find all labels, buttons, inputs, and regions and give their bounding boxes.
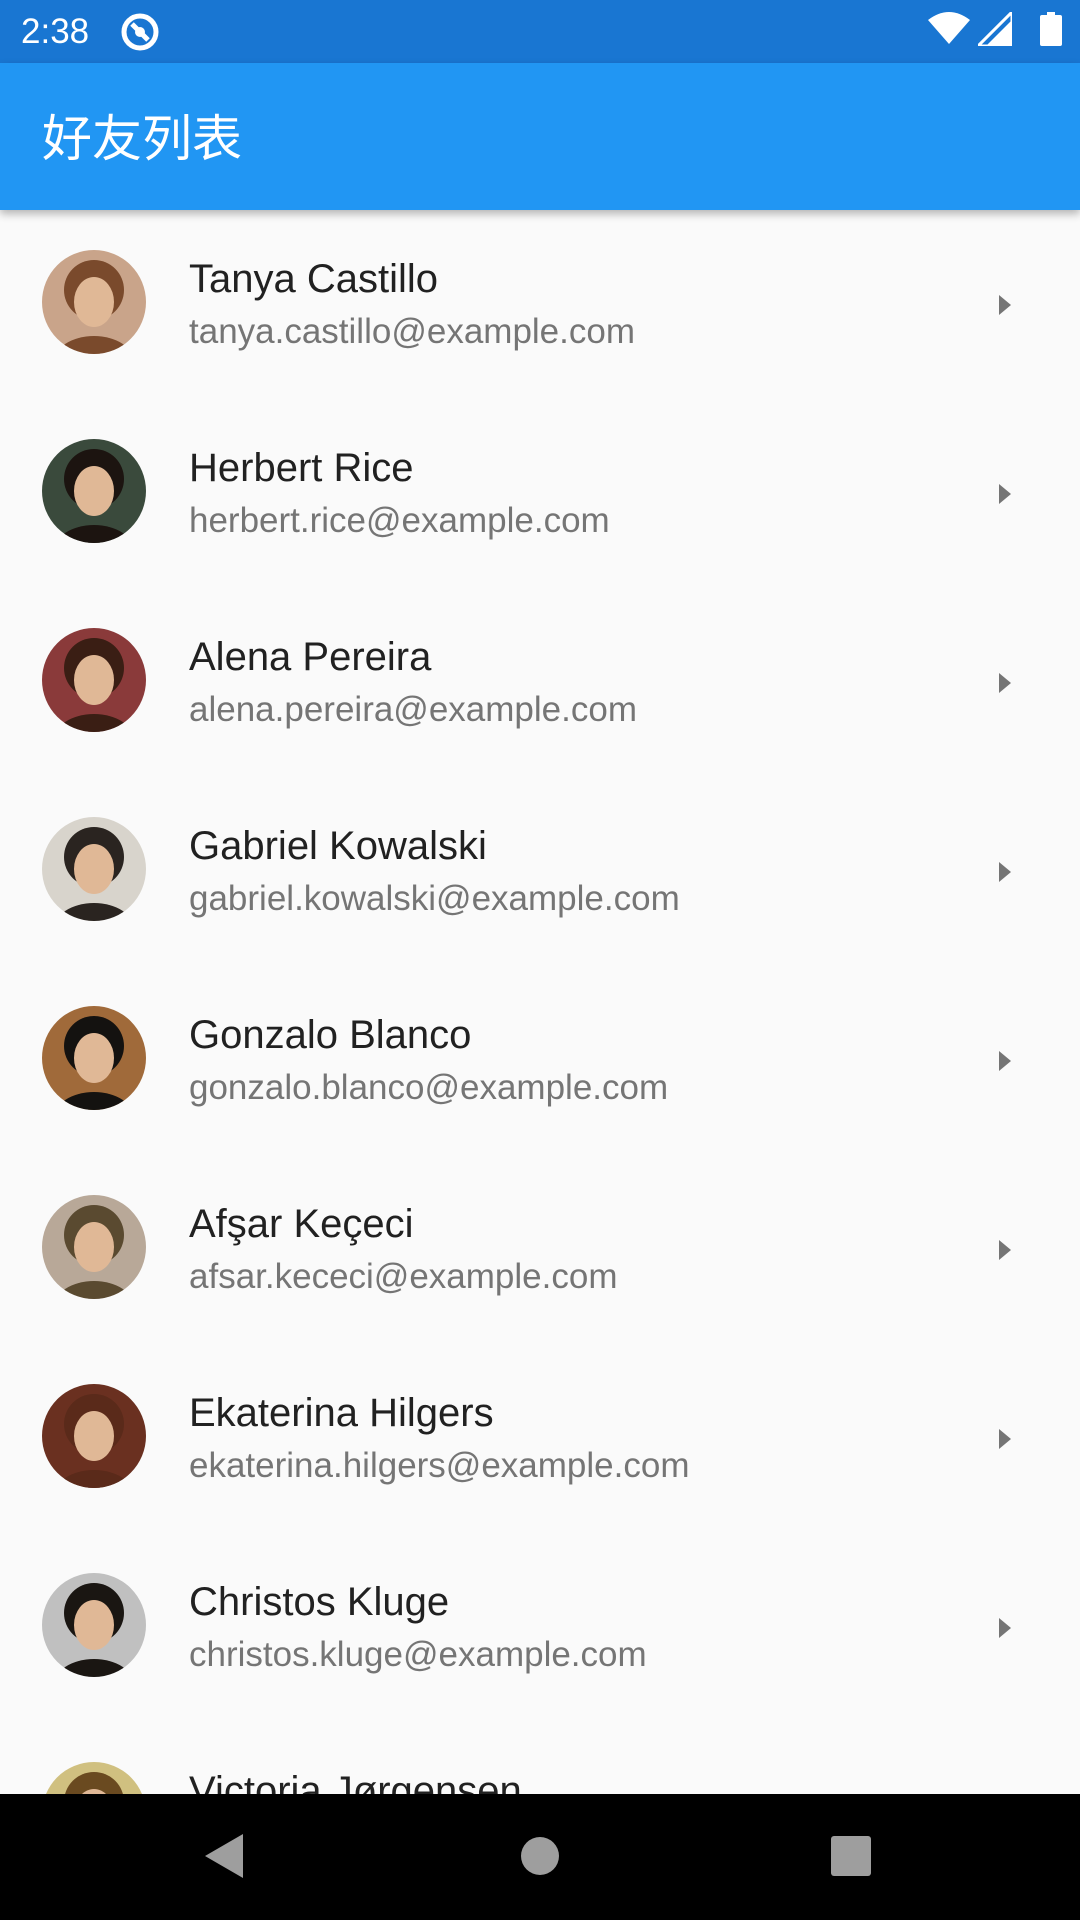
recents-icon[interactable] bbox=[831, 1836, 871, 1876]
chevron-right-icon bbox=[999, 484, 1011, 504]
friend-email: herbert.rice@example.com bbox=[189, 501, 610, 540]
at-sign-icon bbox=[121, 13, 159, 51]
list-item[interactable]: Herbert Rice herbert.rice@example.com bbox=[0, 399, 1080, 588]
avatar bbox=[42, 250, 146, 354]
page-title: 好友列表 bbox=[42, 110, 242, 168]
friend-email: gonzalo.blanco@example.com bbox=[189, 1068, 669, 1107]
friend-list[interactable]: Tanya Castillo tanya.castillo@example.com… bbox=[0, 210, 1080, 1794]
avatar bbox=[42, 1006, 146, 1110]
friend-name: Alena Pereira bbox=[189, 635, 432, 679]
friend-email: alena.pereira@example.com bbox=[189, 690, 637, 729]
chevron-right-icon bbox=[999, 862, 1011, 882]
avatar bbox=[42, 439, 146, 543]
avatar bbox=[42, 628, 146, 732]
app-bar: 好友列表 bbox=[0, 63, 1080, 210]
list-item[interactable]: Victoria Jørgensenvictoria.jorgensen@exa… bbox=[0, 1722, 1080, 1794]
friend-name: Gonzalo Blanco bbox=[189, 1013, 472, 1057]
chevron-right-icon bbox=[999, 295, 1011, 315]
navigation-bar bbox=[0, 1794, 1080, 1920]
battery-icon bbox=[1040, 12, 1062, 46]
wifi-icon bbox=[928, 12, 970, 44]
friend-name: Tanya Castillo bbox=[189, 257, 439, 301]
friend-name: Christos Kluge bbox=[189, 1580, 450, 1624]
friend-name: Gabriel Kowalski bbox=[189, 824, 487, 868]
home-icon[interactable] bbox=[520, 1836, 560, 1876]
chevron-right-icon bbox=[999, 1618, 1011, 1638]
avatar bbox=[42, 1573, 146, 1677]
avatar bbox=[42, 817, 146, 921]
friend-email: ekaterina.hilgers@example.com bbox=[189, 1446, 690, 1485]
avatar bbox=[42, 1384, 146, 1488]
friend-name: Afşar Keçeci bbox=[189, 1202, 414, 1246]
friend-email: christos.kluge@example.com bbox=[189, 1635, 647, 1674]
avatar bbox=[42, 1762, 146, 1794]
chevron-right-icon bbox=[999, 1051, 1011, 1071]
cellular-signal-icon bbox=[978, 12, 1012, 46]
chevron-right-icon bbox=[999, 1240, 1011, 1260]
list-item[interactable]: Christos Kluge christos.kluge@example.com bbox=[0, 1533, 1080, 1722]
friend-name: Herbert Rice bbox=[189, 446, 414, 490]
list-item[interactable]: Ekaterina Hilgers ekaterina.hilgers@examp… bbox=[0, 1344, 1080, 1533]
avatar bbox=[42, 1195, 146, 1299]
list-item[interactable]: Alena Pereira alena.pereira@example.com bbox=[0, 588, 1080, 777]
list-item[interactable]: Afşar Keçeci afsar.kececi@example.com bbox=[0, 1155, 1080, 1344]
friend-email: tanya.castillo@example.com bbox=[189, 312, 635, 351]
list-item[interactable]: Tanya Castillo tanya.castillo@example.com bbox=[0, 210, 1080, 399]
chevron-right-icon bbox=[999, 1429, 1011, 1449]
friend-email: afsar.kececi@example.com bbox=[189, 1257, 618, 1296]
list-item[interactable]: Gabriel Kowalski gabriel.kowalski@example… bbox=[0, 777, 1080, 966]
friend-name: Ekaterina Hilgers bbox=[189, 1391, 494, 1435]
back-icon[interactable] bbox=[205, 1834, 245, 1878]
status-time: 2:38 bbox=[21, 12, 90, 51]
chevron-right-icon bbox=[999, 673, 1011, 693]
friend-name: Victoria Jørgensen bbox=[189, 1769, 522, 1794]
friend-email: gabriel.kowalski@example.com bbox=[189, 879, 680, 918]
status-bar: 2:38 bbox=[0, 0, 1080, 63]
list-item[interactable]: Gonzalo Blanco gonzalo.blanco@example.com bbox=[0, 966, 1080, 1155]
